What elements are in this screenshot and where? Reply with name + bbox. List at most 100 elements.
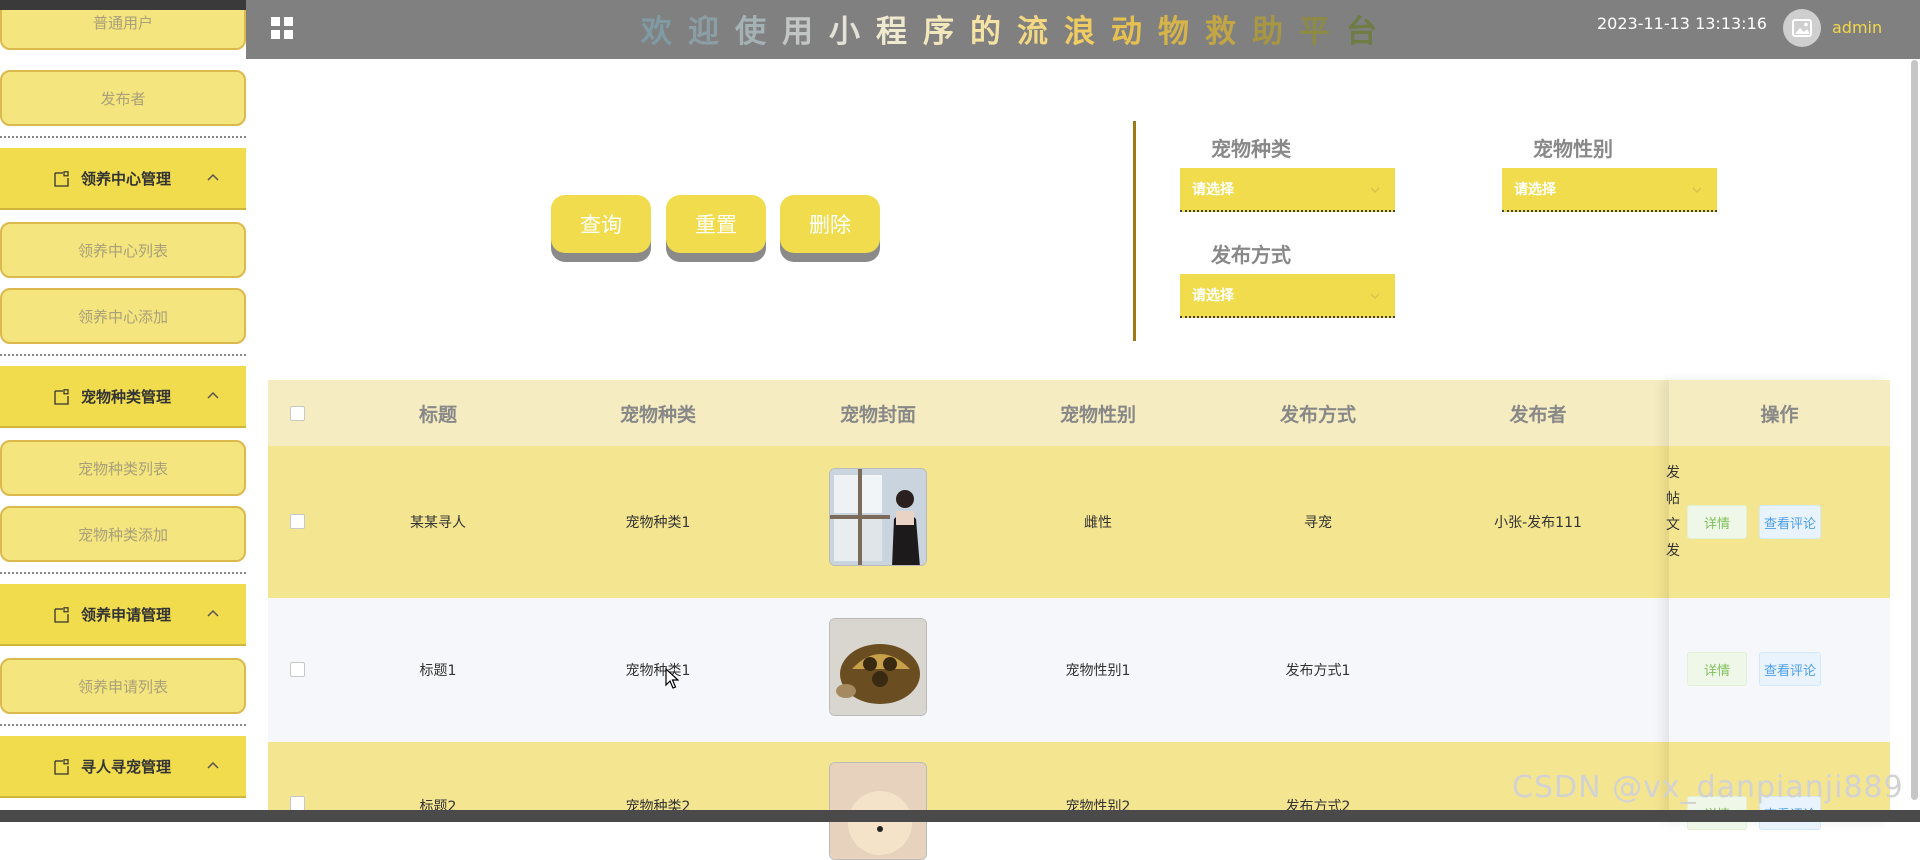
chevron-up-icon [207,173,219,181]
chevron-down-icon [1370,293,1380,300]
sidebar-subitem[interactable]: 宠物种类添加 [0,506,246,562]
view-comments-button[interactable]: 查看评论 [1759,652,1821,686]
detail-button[interactable]: 详情 [1687,652,1747,686]
page-scrollbar-thumb[interactable] [1911,60,1918,800]
cell-gender: 宠物性别1 [1065,663,1131,679]
mouse-cursor-icon [665,668,679,689]
title-char: 助 [1252,14,1299,50]
sidebar-subitem[interactable]: 领养申请列表 [0,658,246,714]
reset-button[interactable]: 重置 [666,195,766,253]
sidebar-separator [0,724,246,726]
column-header-pet-type: 宠物种类 [619,403,696,426]
pet-gender-filter-label: 宠物性别 [1533,137,1613,161]
sidebar-separator [0,572,246,574]
cell-gender: 雌性 [1084,515,1112,531]
chevron-down-icon [1692,187,1702,194]
overflow-char: 发 [1666,465,1680,481]
title-char: 程 [876,14,923,50]
filter-divider [1133,121,1136,341]
document-icon [54,759,69,775]
pet-gender-select[interactable]: 请选择 [1502,168,1717,212]
sidebar-subitem[interactable]: 领养中心列表 [0,222,246,278]
title-char: 使 [735,14,782,50]
row-checkbox[interactable] [290,796,305,811]
chevron-up-icon [207,609,219,617]
publish-method-filter-label: 发布方式 [1211,243,1291,267]
title-char: 动 [1111,14,1158,50]
sidebar-group-header[interactable]: 宠物种类管理 [0,366,246,428]
select-all-checkbox[interactable] [290,406,305,421]
query-button[interactable]: 查询 [551,195,651,253]
avatar[interactable] [1783,9,1821,47]
title-char: 小 [829,14,876,50]
sidebar-group-label: 宠物种类管理 [81,387,172,406]
title-char: 序 [923,14,970,50]
pet-cover-image[interactable] [829,468,927,566]
title-char: 物 [1158,14,1205,50]
header-datetime: 2023-11-13 13:13:16 [1597,14,1767,33]
document-icon [54,607,69,623]
pet-type-filter-label: 宠物种类 [1211,137,1291,161]
ops-cell-row-1: 详情 查看评论 [1669,446,1890,598]
cell-method: 发布方式1 [1285,663,1351,679]
title-char: 台 [1346,14,1393,50]
publish-method-select[interactable]: 请选择 [1180,274,1395,318]
column-header-cover: 宠物封面 [839,403,916,426]
sidebar-group-label: 领养中心管理 [81,169,172,188]
bottom-strip [0,810,1920,822]
sidebar-subitem[interactable]: 领养中心添加 [0,288,246,344]
overflow-char: 发 [1666,543,1680,559]
detail-button[interactable]: 详情 [1687,505,1747,539]
cell-title: 某某寻人 [410,515,466,531]
column-header-gender: 宠物性别 [1059,403,1136,426]
sidebar-subitem[interactable]: 发布者 [0,70,246,126]
title-char: 平 [1299,14,1346,50]
sidebar-group-header[interactable]: 领养中心管理 [0,148,246,210]
column-header-title: 标题 [418,403,457,426]
cell-publisher: 小张-发布111 [1494,515,1582,531]
row-checkbox[interactable] [290,662,305,677]
table-row[interactable]: 某某寻人 宠物种类1 雌性 寻宠 小张-发布111 [268,446,1890,598]
cell-title: 标题1 [419,663,457,679]
chevron-down-icon [1370,187,1380,194]
ops-cell-row-2: 详情 查看评论 [1669,598,1890,742]
sidebar-subitem[interactable]: 宠物种类列表 [0,440,246,496]
view-comments-button[interactable]: 查看评论 [1759,505,1821,539]
title-char: 的 [970,14,1017,50]
sidebar-separator [0,136,246,138]
sidebar-group-header[interactable]: 寻人寻宠管理 [0,736,246,798]
top-bar: 欢迎使用小程序的流浪动物救助平台 2023-11-13 13:13:16 adm… [246,0,1920,59]
cell-publisher [1428,598,1648,742]
row-1-overflow-text: 发帖文发 [1666,460,1680,564]
pet-gender-select-placeholder: 请选择 [1514,182,1556,198]
column-header-publisher: 发布者 [1509,403,1567,426]
title-char: 浪 [1064,14,1111,50]
document-icon [54,389,69,405]
column-header-ops: 操作 [1669,380,1890,446]
table-row[interactable]: 标题1 宠物种类1 宠物性别1 发布方式1 [268,598,1890,742]
operations-column: 操作 详情 查看评论 详情 查看评论 详情 查看评论 [1669,380,1890,830]
sidebar: 普通用户 发布者 领养中心管理 领养中心列表 领养中心添加 宠物种类管理 宠物种类列表 宠物种… [0,0,246,822]
watermark: CSDN @vx_danpianji889 [1512,770,1904,805]
title-char: 救 [1205,14,1252,50]
cell-pet_type: 宠物种类1 [625,663,691,679]
sidebar-group-label: 寻人寻宠管理 [81,757,172,776]
pet-cover-image[interactable] [829,618,927,716]
column-header-method: 发布方式 [1279,403,1356,426]
pet-type-select[interactable]: 请选择 [1180,168,1395,212]
delete-button[interactable]: 删除 [780,195,880,253]
document-icon [54,171,69,187]
cell-pet_type: 宠物种类1 [625,515,691,531]
title-char: 流 [1017,14,1064,50]
chevron-up-icon [207,761,219,769]
title-char: 迎 [688,14,735,50]
publish-method-select-placeholder: 请选择 [1192,288,1234,304]
sidebar-separator [0,354,246,356]
grid-menu-icon[interactable] [270,16,294,40]
title-char: 用 [782,14,829,50]
cell-method: 寻宠 [1304,515,1332,531]
header-username[interactable]: admin [1832,18,1882,37]
row-checkbox[interactable] [290,514,305,529]
sidebar-group-label: 领养申请管理 [81,605,172,624]
sidebar-group-header[interactable]: 领养申请管理 [0,584,246,646]
